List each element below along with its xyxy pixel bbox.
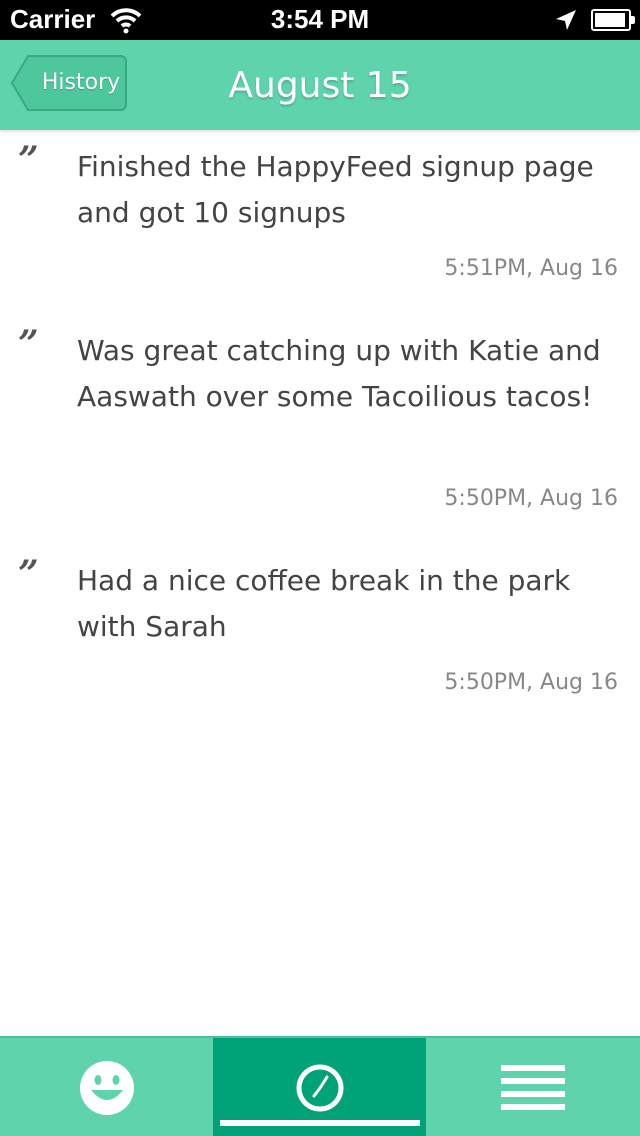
smiley-icon [79,1061,134,1115]
quote-icon: ” [18,323,39,365]
entry-text: Had a nice coffee break in the park with… [77,564,571,643]
page-title: August 15 [228,65,412,106]
entry-timestamp: 5:50PM, Aug 16 [444,486,618,511]
entry-timestamp: 5:51PM, Aug 16 [444,256,618,281]
status-time: 3:54 PM [270,4,370,34]
list-item[interactable]: ” Finished the HappyFeed signup page and… [0,130,640,314]
list-item[interactable]: ” Had a nice coffee break in the park wi… [0,544,640,728]
selected-tab-indicator [220,1120,420,1126]
list-item[interactable]: ” Was great catching up with Katie and A… [0,314,640,544]
clock-icon [296,1064,343,1112]
battery-fill [595,13,626,27]
quote-icon: ” [18,553,39,595]
entry-text: Was great catching up with Katie and Aas… [77,334,601,413]
status-bar: Carrier 3:54 PM [0,0,640,40]
tab-menu[interactable] [426,1038,640,1136]
location-arrow-icon [556,10,576,30]
tab-compose[interactable] [0,1038,213,1136]
battery-icon [591,9,635,31]
entries-list: ” Finished the HappyFeed signup page and… [0,130,640,728]
menu-lines-icon [501,1065,565,1110]
quote-icon: ” [18,139,39,181]
navigation-bar: History August 15 [0,40,640,130]
entry-timestamp: 5:50PM, Aug 16 [444,670,618,695]
entry-text: Finished the HappyFeed signup page and g… [77,150,594,229]
